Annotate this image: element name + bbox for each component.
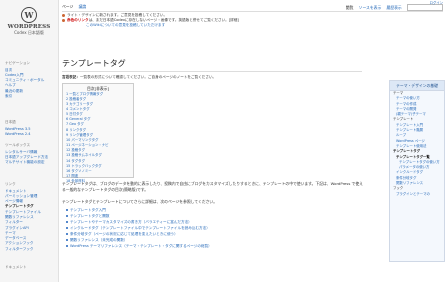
bullet-icon [62,18,65,22]
intro-paragraph: テンプレートタグは、ブログのデータを動的に表示したり、投稿内で自由にブログをカス… [62,181,363,192]
main-content: テンプレートタグ 言語表記：一覧表の形式について確認してください。ご自身のページ… [62,58,362,80]
bullet-icon [66,233,68,235]
page-tabs: ページ 議論 [62,4,90,10]
bullet-icon [66,221,68,223]
navbox-item[interactable]: プラグインとテーマの [390,192,444,197]
tab-discussion[interactable]: 議論 [79,4,87,10]
tab-read[interactable]: 閲覧 [346,5,354,11]
reference-list-item[interactable]: テンプレートやテーマカスタマイズの書き方（バラエティーに富んだ方法） [66,220,356,225]
left-sidebar: W WORDPRESS Codex 日本語版 ナビゲーション 目次 Codex入… [0,0,59,282]
view-tabs: 閲覧 ソースを表示 履歴表示 [346,4,444,11]
tab-history[interactable]: 履歴表示 [387,5,402,11]
sidebar-versions: 日本語 WordPress 3.5 WordPress 2.4 [5,120,55,137]
navbox-title: テーマ・デザインの基礎 [390,81,444,91]
notice-line: このWikiについての意見を投稿していただけます [62,23,362,28]
sidebar-docs-heading: ドキュメント [5,265,27,269]
tab-view-source[interactable]: ソースを表示 [359,5,382,11]
sidebar-version-heading: 日本語 [5,120,16,124]
sidebar-nav-heading: ナビゲーション [5,61,31,65]
reference-list-item[interactable]: インクルードタグ（テンプレートファイル中でテンプレートファイルを読み込む方法） [66,226,356,231]
sidebar-nav-item[interactable]: 索引 [5,94,55,99]
title-divider [62,71,362,72]
sidebar-toolbox-heading: ツールボックス [5,143,31,147]
bullet-icon [66,215,68,217]
detail-paragraph: テンプレートタグとテンプレートについてさらに詳細は、次のページを参照してください… [62,199,218,204]
reference-list-item[interactable]: 関数リファレンス（未完成の関数） [66,238,356,243]
search-input[interactable] [408,5,444,10]
logo-subtitle: Codex 日本語版 [14,30,44,35]
sidebar-navigation: ナビゲーション 目次 Codex入門 コミュニティ・ポータル ヘルプ 最近の更新… [5,61,55,99]
search-field[interactable] [407,4,444,11]
tab-page[interactable]: ページ [62,4,73,10]
sidebar-docs: ドキュメント [5,265,55,272]
reference-list-item[interactable]: テンプレートタグと関数 [66,214,356,219]
top-tab-bar: ページ 議論 閲覧 ソースを表示 履歴表示 [62,2,444,12]
login-link[interactable]: ログイン [429,0,443,5]
bullet-icon [66,227,68,229]
sidebar-toolbox-item[interactable]: マルチサイト機能の設定 [5,160,55,165]
bullet-icon [66,239,68,241]
wordpress-codex-logo[interactable]: W WORDPRESS Codex 日本語版 [5,7,53,37]
sidebar-links-heading: リンク [5,182,16,186]
bullet-icon [62,13,65,17]
language-note: 言語表記：一覧表の形式について確認してください。ご自身のページのノートをご覧くだ… [62,75,217,79]
reference-list-item[interactable]: 条件分岐タグ（ページの状況に応じて処理を変えたいときに使う） [66,232,356,237]
sidebar-toolbox: ツールボックス レンタルサーバ情報 日本語アップグレード方法 マルチサイト機能の… [5,143,55,165]
reference-list-item[interactable]: WordPress テーマリファレンス（テーマ・テンプレート・タグに関するページ… [66,244,356,249]
bullet-icon [66,245,68,247]
sidebar-version-item[interactable]: WordPress 2.4 [5,132,55,137]
feedback-link[interactable]: このWikiについての意見を投稿していただけます [86,23,165,27]
site-notice: ライト・デザインに新されます。ご意見を投稿してください。 赤色のリンクは、まだ日… [62,13,362,28]
sidebar-links: リンク ドキュメント パーミッション管理 ページ情報 テンプレートタグ テンプレ… [5,182,55,252]
navbox-list: テーマ テーマの使い方 テーマの作成 テーマの開発 (親テーマ)子テーマ テンプレート テン… [390,91,444,197]
bullet-icon [66,209,68,211]
page-title: テンプレートタグ [62,59,126,68]
sidebar-link-item[interactable]: フィルターフック [5,247,55,252]
table-of-contents: 目次[非表示] 1 一覧とブログ情報タグ 2 投稿者タグ 3 カテゴリータグ 4… [62,83,134,183]
wordpress-logo-icon: W [21,7,37,23]
theme-design-navbox: テーマ・デザインの基礎 テーマ テーマの使い方 テーマの作成 テーマの開発 (親テーマ)… [389,80,445,262]
reference-list-item[interactable]: テンプレートタグ入門 [66,208,356,213]
